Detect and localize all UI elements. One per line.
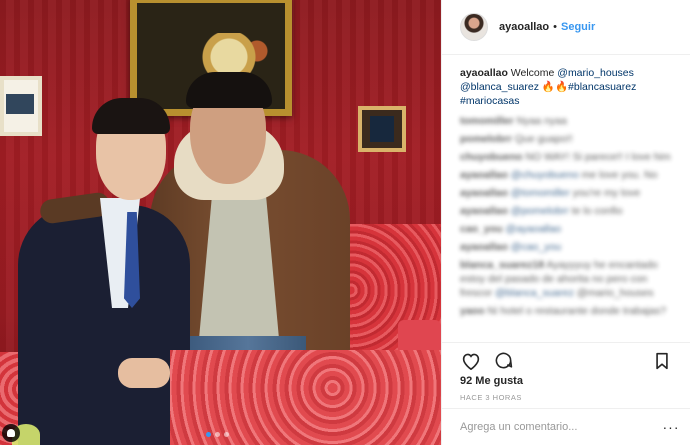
- caption-mention[interactable]: @mario_houses: [557, 67, 634, 79]
- comment: tomomiller Nyaa nyaa: [460, 114, 679, 128]
- comment-text: Ni hotel o restaurante donde trabajas?: [484, 305, 667, 317]
- comment: ayaoallao @tomomiller you're my love: [460, 186, 679, 200]
- post-header: ayaoallao • Seguir: [442, 0, 690, 55]
- comment: ayaoallao @pomelobrr te lo confio: [460, 204, 679, 218]
- blurred-comments: tomomiller Nyaa nyaa pomelobrr Que guapo…: [460, 114, 679, 318]
- caption-username[interactable]: ayaoallao: [460, 67, 508, 79]
- comment-icon[interactable]: [492, 350, 514, 372]
- comment-mention[interactable]: @pomelobrr: [511, 205, 569, 217]
- bookmark-icon[interactable]: [651, 350, 673, 372]
- comment-mention[interactable]: @cao_you: [511, 241, 561, 253]
- comment-username[interactable]: ayaoallao: [460, 169, 508, 181]
- comment-text: @mario_houses: [573, 287, 654, 299]
- header-separator: •: [553, 21, 557, 33]
- comment-username[interactable]: cao_you: [460, 223, 503, 235]
- comment: pomelobrr Que guapo!!: [460, 132, 679, 146]
- red-sofa-front: [170, 350, 441, 445]
- comment-text: Nyaa nyaa: [513, 115, 567, 127]
- carousel-dot: [215, 432, 220, 437]
- action-bar: [442, 342, 690, 372]
- caption-hashtag[interactable]: #blancasuarez: [568, 81, 636, 93]
- person-left-suit: [18, 205, 190, 445]
- comment-text: te lo confio: [568, 205, 623, 217]
- comment-username[interactable]: tomomiller: [460, 115, 514, 127]
- person-right-hair: [186, 72, 272, 108]
- comment-input[interactable]: [460, 421, 663, 433]
- comment-text: me love you. No: [578, 169, 658, 181]
- likes-count[interactable]: 92 Me gusta: [460, 375, 523, 387]
- comment-mention[interactable]: @ayaoallao: [506, 223, 562, 235]
- post-side-panel: ayaoallao • Seguir ayaoallao Welcome @ma…: [441, 0, 690, 445]
- post-photo[interactable]: [0, 0, 441, 445]
- caption-hashtag[interactable]: #mariocasas: [460, 95, 520, 107]
- comment-username[interactable]: ayaoallao: [460, 241, 508, 253]
- carousel-dots: [206, 432, 229, 437]
- more-options-icon[interactable]: ···: [663, 419, 679, 435]
- add-comment-bar: ···: [442, 408, 690, 445]
- person-left-hands: [118, 358, 170, 388]
- comment-mention[interactable]: @chuyobueno: [511, 169, 579, 181]
- comment-username[interactable]: yaoo: [460, 305, 485, 317]
- carousel-dot-active: [206, 432, 211, 437]
- framed-certificate-left: [0, 76, 42, 136]
- comment-text: you're my love: [569, 187, 641, 199]
- comment-mention[interactable]: @tomomiller: [511, 187, 570, 199]
- comment-text: NO WAY! Si parece!! I love him: [522, 151, 671, 163]
- comment-username[interactable]: pomelobrr: [460, 133, 512, 145]
- comment: ayaoallao @chuyobueno me love you. No: [460, 168, 679, 182]
- comment-text: Que guapo!!: [511, 133, 573, 145]
- header-username[interactable]: ayaoallao: [499, 21, 549, 33]
- comment: ayaoallao @cao_you: [460, 240, 679, 254]
- comment-mention[interactable]: @blanca_suarez: [495, 287, 574, 299]
- heart-icon[interactable]: [460, 350, 482, 372]
- user-tag-icon[interactable]: [2, 424, 20, 442]
- post-caption: ayaoallao Welcome @mario_houses @blanca_…: [460, 66, 679, 108]
- comment-username[interactable]: chuyobueno: [460, 151, 522, 163]
- comments-list[interactable]: ayaoallao Welcome @mario_houses @blanca_…: [442, 56, 690, 342]
- avatar[interactable]: [460, 13, 488, 41]
- caption-mention[interactable]: @blanca_suarez: [460, 81, 539, 93]
- follow-button[interactable]: Seguir: [561, 21, 595, 33]
- post-timestamp: HACE 3 HORAS: [460, 393, 522, 402]
- comment-username[interactable]: blanca_suarez18: [460, 259, 544, 271]
- comment: blanca_suarez18 Ayayyyuy he encantado es…: [460, 258, 679, 300]
- carousel-dot: [224, 432, 229, 437]
- caption-text: Welcome: [507, 67, 558, 79]
- caption-emoji: 🔥🔥: [541, 81, 569, 93]
- comment-username[interactable]: ayaoallao: [460, 205, 508, 217]
- comment: yaoo Ni hotel o restaurante donde trabaj…: [460, 304, 679, 318]
- comment: chuyobueno NO WAY! Si parece!! I love hi…: [460, 150, 679, 164]
- comment: cao_you @ayaoallao: [460, 222, 679, 236]
- comment-username[interactable]: ayaoallao: [460, 187, 508, 199]
- framed-certificate-right: [358, 106, 406, 152]
- person-left-hair: [92, 98, 170, 134]
